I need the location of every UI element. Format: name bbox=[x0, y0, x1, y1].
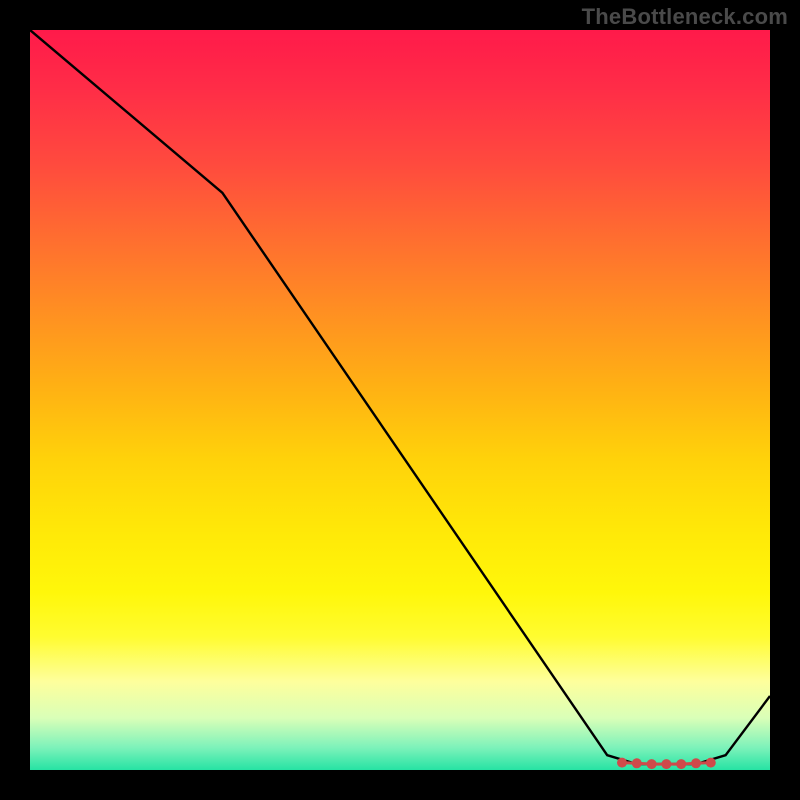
watermark-text: TheBottleneck.com bbox=[582, 4, 788, 30]
curve-line bbox=[30, 30, 770, 764]
flat-marker-dot bbox=[706, 758, 716, 768]
flat-marker-dot bbox=[647, 759, 657, 769]
series-curve bbox=[30, 30, 770, 764]
flat-marker-dot bbox=[676, 759, 686, 769]
flat-marker-dot bbox=[661, 759, 671, 769]
flat-marker-dot bbox=[617, 758, 627, 768]
chart-svg bbox=[30, 30, 770, 770]
series-flat-markers bbox=[617, 758, 716, 770]
plot-area bbox=[30, 30, 770, 770]
flat-marker-dot bbox=[632, 758, 642, 768]
chart-frame: TheBottleneck.com bbox=[0, 0, 800, 800]
flat-marker-dot bbox=[691, 758, 701, 768]
